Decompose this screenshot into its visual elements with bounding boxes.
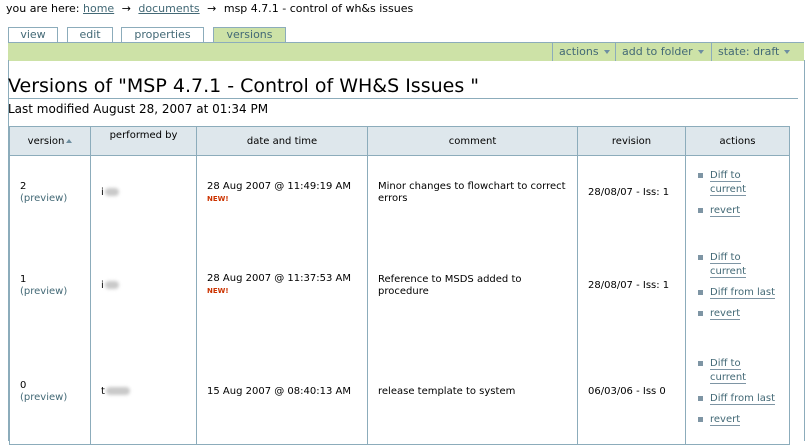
- performer-name: i: [101, 187, 104, 199]
- new-badge: NEW!: [207, 287, 229, 295]
- version-cell: 1 (preview): [9, 230, 91, 341]
- breadcrumb-separator: →: [121, 2, 131, 15]
- performer-cell: i: [90, 155, 197, 231]
- last-modified: Last modified August 28, 2007 at 01:34 P…: [8, 102, 269, 116]
- version-number: 1: [20, 273, 27, 285]
- table-header-row: version performed by date and time comme…: [9, 126, 790, 156]
- actions-menu[interactable]: actions: [552, 43, 616, 61]
- redacted-name: [104, 280, 119, 289]
- comment-cell: Reference to MSDS added to procedure: [367, 230, 578, 341]
- version-cell: 0 (preview): [9, 340, 91, 445]
- action-item: Diff to current: [696, 169, 779, 197]
- tab-view-label: view: [20, 28, 46, 41]
- revision-cell: 28/08/07 - Iss: 1: [577, 230, 686, 341]
- revision-cell: 28/08/07 - Iss: 1: [577, 155, 686, 231]
- preview-link[interactable]: (preview): [20, 193, 67, 204]
- breadcrumb-separator: →: [207, 2, 217, 15]
- date-cell: 28 Aug 2007 @ 11:37:53 AM NEW!: [196, 230, 368, 341]
- diff-from-last-link[interactable]: Diff from last: [710, 286, 776, 299]
- action-item: revert: [696, 413, 779, 427]
- chevron-down-icon: [603, 50, 610, 54]
- tab-properties-label: properties: [134, 28, 191, 41]
- date-time-value: 15 Aug 2007 @ 08:40:13 AM: [207, 386, 351, 398]
- action-item: Diff to current: [696, 357, 779, 385]
- date-cell: 28 Aug 2007 @ 11:49:19 AM NEW!: [196, 155, 368, 231]
- page-title: Versions of "MSP 4.7.1 - Control of WH&S…: [8, 75, 480, 97]
- actions-cell: Diff to current revert: [685, 155, 790, 231]
- state-label: state: draft: [718, 45, 780, 58]
- add-to-folder-menu[interactable]: add to folder: [615, 43, 704, 61]
- redacted-name: [104, 188, 119, 197]
- actions-menu-label: actions: [559, 45, 599, 58]
- action-item: revert: [696, 307, 779, 321]
- action-item: Diff from last: [696, 286, 779, 300]
- date-time-value: 28 Aug 2007 @ 11:49:19 AM: [207, 180, 351, 192]
- performer-cell: t: [90, 340, 197, 445]
- chevron-down-icon: [697, 50, 704, 54]
- state-menu[interactable]: state: draft: [711, 43, 804, 61]
- diff-to-current-link[interactable]: Diff to current: [710, 358, 747, 385]
- row-actions: Diff to current Diff from last revert: [696, 357, 779, 427]
- date-cell: 15 Aug 2007 @ 08:40:13 AM: [196, 340, 368, 445]
- table-row: 0 (preview) t 15 Aug 2007 @ 08:40:13 AM …: [9, 340, 790, 445]
- performer-name: t: [101, 386, 105, 398]
- action-item: Diff to current: [696, 251, 779, 279]
- column-header-date-time: date and time: [196, 126, 368, 156]
- new-badge: NEW!: [207, 194, 229, 203]
- tab-view[interactable]: view: [8, 27, 58, 42]
- chevron-down-icon: [784, 50, 791, 54]
- date-time-value: 28 Aug 2007 @ 11:37:53 AM: [207, 273, 351, 284]
- table-row: 2 (preview) i 28 Aug 2007 @ 11:49:19 AM …: [9, 155, 790, 231]
- revert-link[interactable]: revert: [710, 204, 741, 217]
- breadcrumb-documents-link[interactable]: documents: [138, 2, 199, 15]
- tab-versions-label: versions: [226, 28, 273, 41]
- revert-link[interactable]: revert: [710, 307, 741, 320]
- diff-to-current-link[interactable]: Diff to current: [710, 169, 747, 196]
- comment-cell: release template to system: [367, 340, 578, 445]
- column-header-label: version: [27, 135, 65, 147]
- revert-link[interactable]: revert: [710, 414, 741, 427]
- comment-cell: Minor changes to flowchart to correct er…: [367, 155, 578, 231]
- column-header-comment: comment: [367, 126, 578, 156]
- breadcrumb-home-link[interactable]: home: [83, 2, 114, 15]
- table-row: 1 (preview) i 28 Aug 2007 @ 11:37:53 AM …: [9, 230, 790, 341]
- revision-cell: 06/03/06 - Iss 0: [577, 340, 686, 445]
- breadcrumb-current: msp 4.7.1 - control of wh&s issues: [223, 2, 414, 15]
- diff-from-last-link[interactable]: Diff from last: [710, 393, 776, 406]
- version-cell: 2 (preview): [9, 155, 91, 231]
- row-actions: Diff to current Diff from last revert: [696, 251, 779, 321]
- versions-table: version performed by date and time comme…: [9, 126, 790, 445]
- tab-properties[interactable]: properties: [121, 27, 204, 42]
- preview-link[interactable]: (preview): [20, 286, 67, 297]
- breadcrumb: you are here: home → documents → msp 4.7…: [6, 2, 413, 16]
- actions-cell: Diff to current Diff from last revert: [685, 340, 790, 445]
- column-header-version[interactable]: version: [9, 126, 91, 156]
- column-header-actions: actions: [685, 126, 790, 156]
- tab-versions[interactable]: versions: [213, 27, 286, 43]
- row-actions: Diff to current revert: [696, 169, 779, 218]
- title-divider: [8, 98, 798, 99]
- tab-edit-label: edit: [79, 28, 101, 41]
- version-number: 0: [20, 380, 27, 392]
- breadcrumb-prefix: you are here:: [6, 2, 80, 15]
- version-number: 2: [20, 181, 27, 193]
- sort-ascending-icon: [66, 138, 73, 143]
- performer-cell: i: [90, 230, 197, 341]
- redacted-name: [105, 387, 130, 396]
- actions-cell: Diff to current Diff from last revert: [685, 230, 790, 341]
- diff-to-current-link[interactable]: Diff to current: [710, 251, 747, 278]
- performer-name: i: [101, 279, 104, 291]
- add-to-folder-label: add to folder: [622, 45, 693, 58]
- action-item: Diff from last: [696, 392, 779, 406]
- column-header-performed-by: performed by: [90, 126, 197, 156]
- action-item: revert: [696, 204, 779, 218]
- tab-edit[interactable]: edit: [67, 27, 113, 42]
- action-bar: actions add to folder state: draft: [8, 42, 804, 61]
- preview-link[interactable]: (preview): [20, 392, 67, 403]
- column-header-revision: revision: [577, 126, 686, 156]
